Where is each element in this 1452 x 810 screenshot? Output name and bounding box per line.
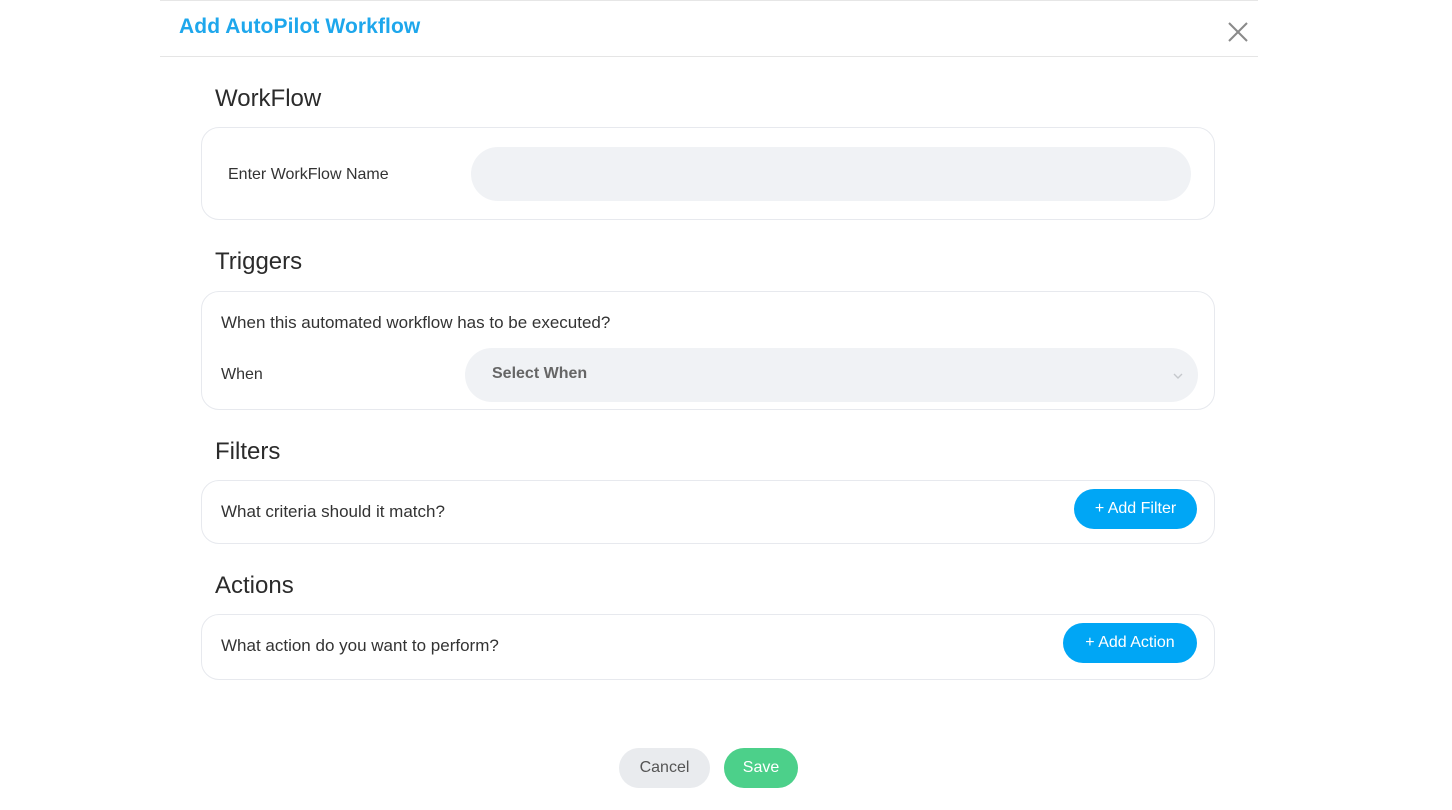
actions-card: What action do you want to perform? + Ad… bbox=[201, 614, 1215, 680]
cancel-button[interactable]: Cancel bbox=[619, 748, 710, 788]
triggers-question: When this automated workflow has to be e… bbox=[221, 313, 611, 332]
workflow-card: Enter WorkFlow Name bbox=[201, 127, 1215, 220]
add-filter-button[interactable]: + Add Filter bbox=[1074, 489, 1197, 529]
when-selected-value: Select When bbox=[492, 365, 588, 382]
close-icon[interactable] bbox=[1226, 20, 1250, 44]
triggers-card: When this automated workflow has to be e… bbox=[201, 291, 1215, 410]
triggers-section-title: Triggers bbox=[215, 248, 303, 275]
workflow-section-title: WorkFlow bbox=[215, 85, 322, 112]
add-action-button[interactable]: + Add Action bbox=[1063, 623, 1197, 663]
workflow-name-input[interactable] bbox=[471, 147, 1191, 201]
workflow-name-label: Enter WorkFlow Name bbox=[228, 166, 389, 183]
modal-header: Add AutoPilot Workflow bbox=[160, 0, 1258, 57]
actions-section-title: Actions bbox=[215, 572, 294, 599]
when-label: When bbox=[221, 366, 263, 383]
save-button[interactable]: Save bbox=[724, 748, 798, 788]
filters-section-title: Filters bbox=[215, 438, 281, 465]
filters-question: What criteria should it match? bbox=[221, 502, 445, 521]
add-workflow-modal: Add AutoPilot Workflow WorkFlow Enter Wo… bbox=[160, 0, 1258, 810]
modal-title: Add AutoPilot Workflow bbox=[179, 15, 421, 38]
chevron-down-icon bbox=[1172, 369, 1184, 381]
filters-card: What criteria should it match? + Add Fil… bbox=[201, 480, 1215, 544]
when-select[interactable]: Select When bbox=[465, 348, 1198, 402]
actions-question: What action do you want to perform? bbox=[221, 636, 499, 655]
